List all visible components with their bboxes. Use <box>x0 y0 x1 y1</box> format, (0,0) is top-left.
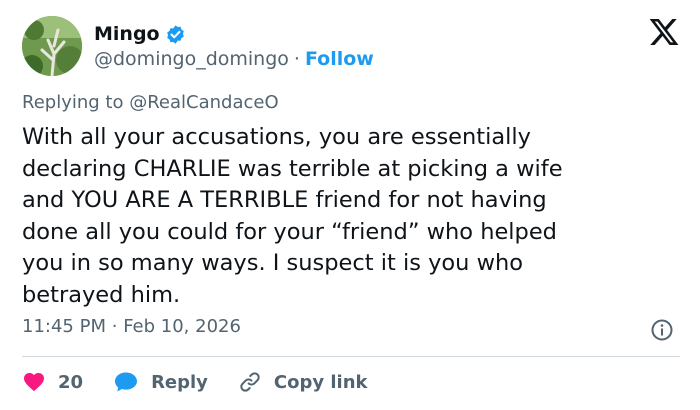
timestamp-separator: · <box>111 316 118 337</box>
action-bar: 20 Reply Copy link <box>22 366 398 398</box>
tweet-text: With all your accusations, you are essen… <box>22 124 563 308</box>
divider <box>22 356 680 357</box>
speech-bubble-icon <box>115 372 138 392</box>
copy-link-label: Copy link <box>273 371 368 393</box>
x-logo-icon[interactable] <box>648 16 680 48</box>
author-handle[interactable]: @domingo_domingo <box>94 48 289 70</box>
heart-icon <box>24 373 44 392</box>
tweet-time: 11:45 PM <box>22 316 106 337</box>
replying-to-line: Replying to @RealCandaceO <box>22 92 279 113</box>
handle-separator: · <box>293 48 300 70</box>
like-button[interactable]: 20 <box>22 370 83 394</box>
author-handle-row: @domingo_domingo · Follow <box>94 48 374 70</box>
verified-badge-icon <box>165 24 186 45</box>
reply-label: Reply <box>151 371 208 393</box>
author-display-name[interactable]: Mingo <box>94 23 160 45</box>
tweet-date: Feb 10, 2026 <box>123 316 241 337</box>
author-name-row: Mingo <box>94 20 186 48</box>
follow-button[interactable]: Follow <box>305 48 374 70</box>
tweet-card: Mingo @domingo_domingo · Follow Replying… <box>0 0 700 410</box>
copy-link-button[interactable]: Copy link <box>238 370 368 394</box>
replying-prefix: Replying to <box>22 92 124 113</box>
avatar[interactable] <box>22 16 82 76</box>
info-icon[interactable] <box>650 318 674 342</box>
link-icon <box>240 372 260 392</box>
reply-button[interactable]: Reply <box>113 370 208 394</box>
avatar-image <box>22 16 82 76</box>
like-count: 20 <box>58 371 84 393</box>
tweet-timestamp[interactable]: 11:45 PM · Feb 10, 2026 <box>22 316 241 337</box>
replying-to-user-link[interactable]: @RealCandaceO <box>129 92 278 113</box>
